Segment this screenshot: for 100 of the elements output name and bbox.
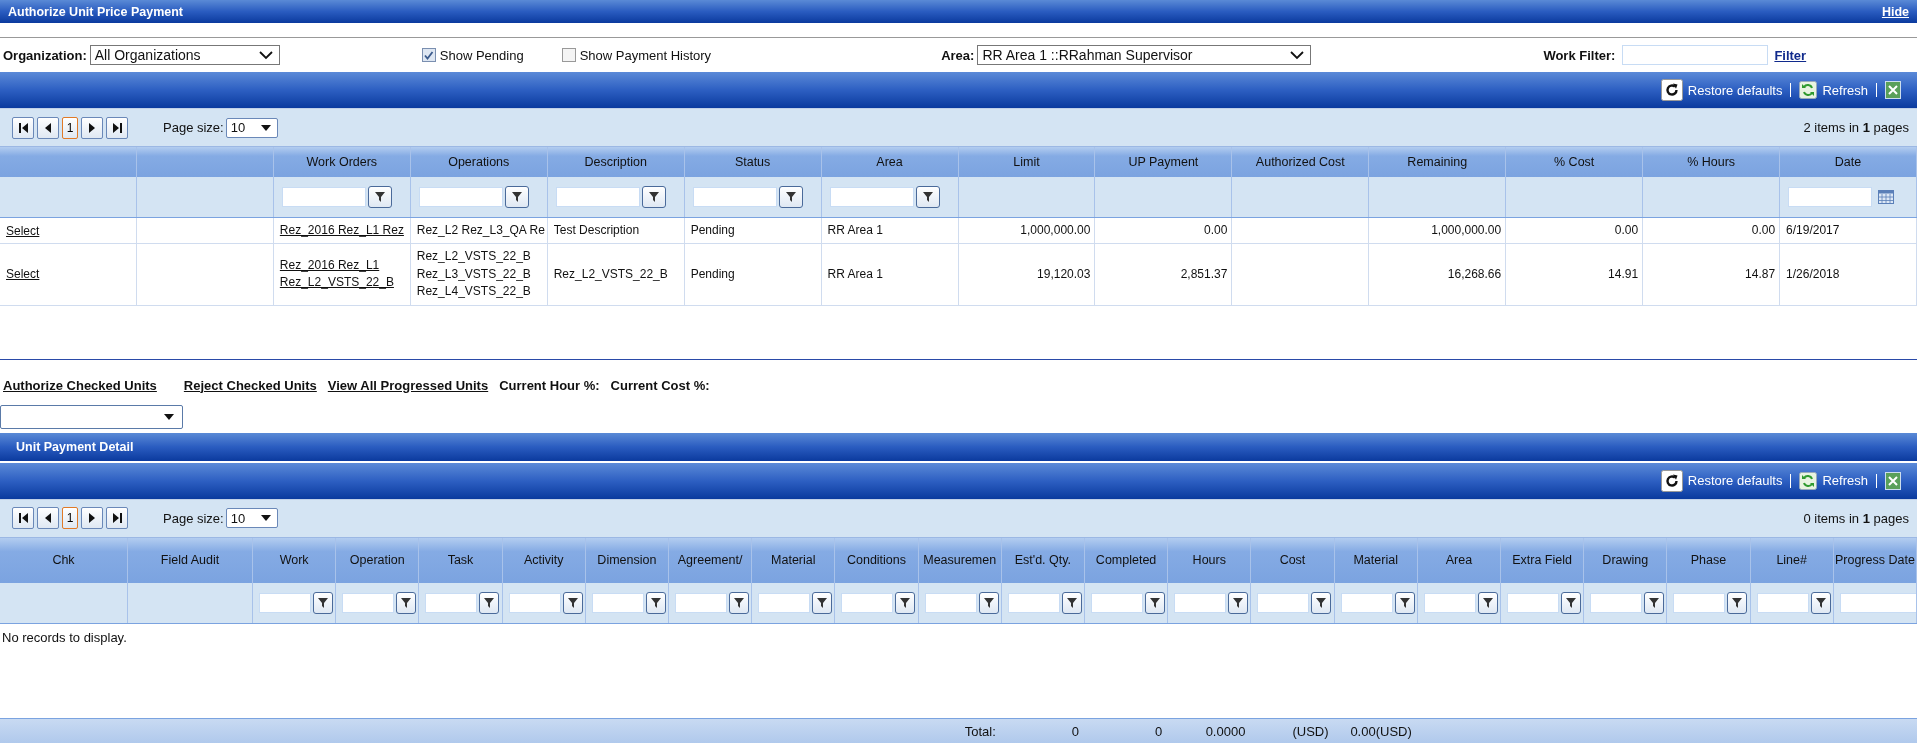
filter-link[interactable]: Filter [1774,47,1807,63]
column-header[interactable]: Status [734,155,771,169]
filter-button[interactable] [729,591,749,614]
hide-link[interactable]: Hide [1881,4,1909,19]
calendar-icon[interactable] [1878,190,1895,204]
page-number-button[interactable]: 1 [62,116,78,139]
filter-button[interactable] [562,591,583,614]
first-page-button[interactable] [12,507,34,530]
column-header[interactable]: Authorized Cost [1255,155,1345,169]
refresh-button[interactable]: Refresh [1799,81,1868,99]
action-link[interactable]: View All Progressed Units [327,377,489,393]
column-header[interactable]: Operations [448,155,510,169]
filter-field[interactable] [508,592,561,613]
first-page-button[interactable] [12,116,34,139]
show-pending-checkbox[interactable] [421,48,436,62]
page-number-button[interactable]: 1 [62,507,78,530]
filter-button[interactable] [915,186,940,208]
filter-button[interactable] [645,591,666,614]
column-header[interactable]: Area [1445,551,1473,569]
filter-button[interactable] [812,591,833,614]
work-order-link[interactable]: Rez_2016 Rez_L1 Rez_L2_VSTS_22_B [279,257,394,292]
column-header[interactable]: Limit [1013,155,1040,169]
select-link[interactable]: Select [6,223,40,238]
filter-button[interactable] [1810,591,1831,614]
area-dropdown[interactable]: RR Area 1 ::RRahman Supervisor [977,45,1312,65]
column-header[interactable]: Date [1834,155,1862,169]
previous-page-button[interactable] [37,507,59,530]
column-header[interactable]: Cost [1279,551,1306,569]
column-header[interactable]: % Hours [1687,155,1736,169]
page-size-dropdown[interactable]: 10 [225,508,278,529]
column-header[interactable]: Measuremen [923,551,997,569]
refresh-button[interactable]: Refresh [1799,471,1868,490]
filter-field[interactable] [924,592,977,613]
last-page-button[interactable] [106,116,128,139]
filter-button[interactable] [1228,591,1249,614]
filter-field[interactable] [1839,592,1916,613]
filter-button[interactable] [1061,591,1082,614]
filter-field[interactable] [1423,592,1476,613]
select-link[interactable]: Select [6,267,40,282]
filter-field[interactable] [1257,592,1310,613]
filter-button[interactable] [1394,591,1415,614]
filter-field[interactable] [1340,592,1393,613]
filter-field[interactable] [418,187,503,207]
page-size-dropdown[interactable]: 10 [225,117,278,138]
filter-field[interactable] [259,592,311,613]
filter-button[interactable] [1477,591,1498,614]
filter-field[interactable] [591,592,644,613]
filter-field[interactable] [692,187,777,207]
column-header[interactable]: Task [447,551,474,569]
action-link[interactable]: Authorize Checked Units [3,377,157,393]
filter-button[interactable] [895,591,916,614]
filter-field[interactable] [555,187,640,207]
filter-button[interactable] [778,186,803,208]
column-header[interactable]: Description [584,155,647,169]
next-page-button[interactable] [81,116,103,139]
column-header[interactable]: UP Payment [1128,155,1199,169]
filter-field[interactable] [425,592,478,613]
filter-field[interactable] [1756,592,1809,613]
filter-button[interactable] [1644,591,1665,614]
filter-button[interactable] [396,591,417,614]
filter-field[interactable] [1590,592,1643,613]
restore-defaults-button[interactable]: Restore defaults [1660,79,1783,101]
previous-page-button[interactable] [37,116,59,139]
date-filter-field[interactable] [1788,187,1873,207]
filter-field[interactable] [1174,592,1227,613]
last-page-button[interactable] [106,507,128,530]
column-header[interactable]: Remaining [1407,155,1468,169]
filter-button[interactable] [978,591,999,614]
column-header[interactable]: Phase [1690,551,1727,569]
filter-button[interactable] [1561,591,1581,614]
column-header[interactable]: Conditions [846,551,907,569]
spreadsheet-icon[interactable] [1885,81,1901,99]
column-header[interactable]: % Cost [1554,155,1595,169]
column-header[interactable]: Hours [1192,551,1226,569]
filter-field[interactable] [841,592,894,613]
action-link[interactable]: Reject Checked Units [183,377,317,393]
column-header[interactable]: Area [876,155,903,169]
filter-button[interactable] [367,186,392,208]
column-header[interactable]: Activity [523,551,564,569]
column-header[interactable]: Line# [1776,551,1807,569]
filter-field[interactable] [1673,592,1726,613]
column-header[interactable]: Operation [349,551,405,569]
column-header[interactable]: Work [279,551,309,569]
filter-button[interactable] [1727,591,1748,614]
column-header[interactable]: Work Orders [306,155,378,169]
column-header[interactable]: Dimension [597,551,657,569]
filter-field[interactable] [829,187,914,207]
column-header[interactable]: Material [771,551,816,569]
filter-button[interactable] [641,186,666,208]
filter-button[interactable] [504,186,529,208]
column-header[interactable]: Field Audit [160,551,220,569]
filter-button[interactable] [313,591,333,614]
column-header[interactable]: Progress Date [1834,551,1915,569]
column-header[interactable]: Material [1353,551,1398,569]
column-header[interactable]: Agreement/ [677,551,743,569]
organization-dropdown[interactable]: All Organizations [89,45,280,65]
filter-field[interactable] [342,592,395,613]
filter-button[interactable] [1311,591,1332,614]
column-header[interactable]: Extra Field [1512,551,1572,569]
restore-defaults-button[interactable]: Restore defaults [1660,469,1783,492]
